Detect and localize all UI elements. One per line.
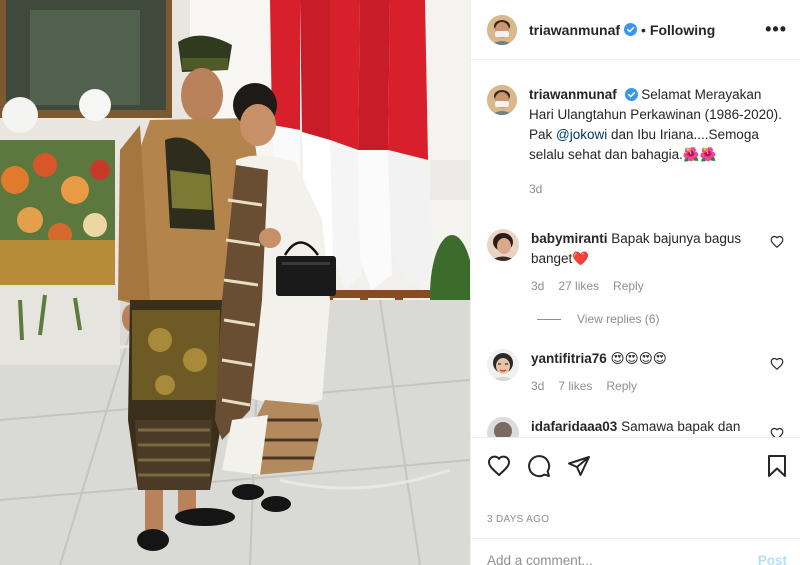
comment-body: idafaridaaa03 Samawa bapak dan ibu	[531, 417, 761, 437]
comments-list[interactable]: triawanmunaf Selamat Merayakan Hari Ulan…	[471, 61, 800, 437]
caption-text: triawanmunaf Selamat Merayakan Hari Ulan…	[529, 85, 785, 199]
comment-item: yantifitria76 😍😍😍😍 3d 7 likes Reply	[487, 349, 792, 393]
following-button[interactable]: Following	[650, 22, 715, 38]
comment-username[interactable]: idafaridaaa03	[531, 419, 617, 434]
more-icon[interactable]: •••	[765, 20, 787, 38]
comment-body: yantifitria76 😍😍😍😍 3d 7 likes Reply	[531, 349, 761, 393]
comment-time[interactable]: 3d	[531, 279, 544, 293]
post-date[interactable]: 3 DAYS AGO	[487, 514, 549, 525]
post-comment-button[interactable]: Post	[758, 553, 787, 565]
commenter-avatar[interactable]	[487, 349, 519, 381]
comment-icon[interactable]	[527, 454, 551, 478]
add-comment-bar: Post	[471, 538, 800, 565]
save-icon[interactable]	[765, 454, 789, 478]
post-actions: 3 DAYS AGO Post	[471, 437, 800, 565]
author-username[interactable]: triawanmunaf	[529, 22, 620, 38]
verified-icon	[624, 23, 638, 36]
post-photo[interactable]	[0, 0, 470, 565]
view-replies-label: View replies (6)	[577, 312, 660, 326]
header-separator: •	[641, 21, 646, 38]
comment-time[interactable]: 3d	[531, 379, 544, 393]
share-icon[interactable]	[567, 454, 591, 478]
like-comment-heart-icon[interactable]	[770, 235, 784, 249]
photo-illustration	[0, 0, 470, 565]
reply-button[interactable]: Reply	[613, 279, 644, 293]
caption-username[interactable]: triawanmunaf	[529, 87, 617, 102]
comment-username[interactable]: babymiranti	[531, 231, 608, 246]
view-replies-button[interactable]: View replies (6)	[537, 312, 659, 326]
caption-avatar[interactable]	[487, 85, 517, 115]
reply-button[interactable]: Reply	[606, 379, 637, 393]
post-sidebar: triawanmunaf • Following ••• triawanmuna…	[470, 0, 800, 565]
comment-body: babymiranti Bapak bajunya bagus banget❤️…	[531, 229, 761, 293]
like-comment-heart-icon[interactable]	[770, 427, 784, 437]
post-header: triawanmunaf • Following •••	[471, 0, 800, 60]
action-icons	[487, 454, 591, 478]
comment-text: 😍😍😍😍	[610, 351, 667, 366]
add-comment-input[interactable]	[487, 553, 727, 565]
comment-likes[interactable]: 27 likes	[558, 279, 599, 293]
comment-item: babymiranti Bapak bajunya bagus banget❤️…	[487, 229, 792, 293]
verified-icon	[624, 88, 638, 101]
comment-username[interactable]: yantifitria76	[531, 351, 607, 366]
comment-likes[interactable]: 7 likes	[558, 379, 592, 393]
commenter-avatar[interactable]	[487, 229, 519, 261]
replies-divider	[537, 318, 561, 320]
comment-meta: 3d 7 likes Reply	[531, 379, 761, 393]
author-avatar[interactable]	[487, 14, 517, 45]
like-comment-heart-icon[interactable]	[770, 357, 784, 371]
caption-time[interactable]: 3d	[529, 179, 785, 199]
commenter-avatar[interactable]	[487, 417, 519, 437]
heart-icon[interactable]	[487, 454, 511, 478]
comment-item: idafaridaaa03 Samawa bapak dan ibu	[487, 417, 792, 437]
caption: triawanmunaf Selamat Merayakan Hari Ulan…	[487, 85, 792, 199]
comment-meta: 3d 27 likes Reply	[531, 279, 761, 293]
mention-link[interactable]: @jokowi	[556, 127, 607, 142]
